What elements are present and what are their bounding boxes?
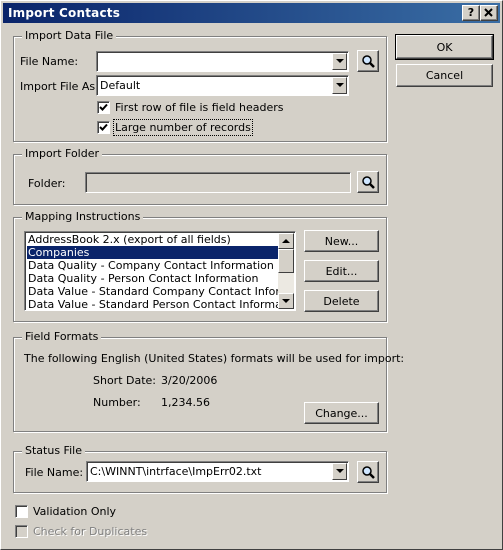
scroll-up-icon[interactable] <box>278 233 294 249</box>
delete-mapping-button[interactable]: Delete <box>304 290 379 312</box>
folder-input[interactable] <box>85 172 351 193</box>
validation-only-checkbox[interactable] <box>15 505 28 518</box>
new-mapping-label: New... <box>324 234 359 248</box>
chevron-down-icon[interactable] <box>332 77 347 94</box>
browse-folder-button[interactable] <box>357 171 379 193</box>
import-data-file-legend: Import Data File <box>22 29 117 42</box>
chevron-down-icon[interactable] <box>332 53 347 70</box>
magnifier-icon <box>362 466 375 479</box>
status-file-name-label: File Name: <box>25 466 84 479</box>
check-duplicates-checkbox[interactable] <box>15 525 28 538</box>
first-row-headers-label: First row of file is field headers <box>115 101 284 114</box>
status-file-value: C:\WINNT\intrface\ImpErr02.txt <box>90 465 262 478</box>
first-row-headers-checkbox[interactable] <box>97 101 110 114</box>
magnifier-icon <box>362 55 375 68</box>
field-formats-description: The following English (United States) fo… <box>24 352 405 365</box>
number-value: 1,234.56 <box>161 396 210 409</box>
list-item[interactable]: Data Value - Standard Company Contact In… <box>27 285 280 298</box>
title-bar: Import Contacts ? <box>3 3 500 23</box>
cancel-button[interactable]: Cancel <box>396 64 493 87</box>
import-file-as-value: Default <box>100 79 141 92</box>
file-name-combo[interactable] <box>96 51 349 72</box>
folder-label: Folder: <box>28 177 66 190</box>
edit-mapping-button[interactable]: Edit... <box>304 260 379 282</box>
help-button[interactable]: ? <box>462 5 480 21</box>
validation-only-label: Validation Only <box>33 505 117 518</box>
chevron-down-icon[interactable] <box>332 463 347 480</box>
mapping-list[interactable]: AddressBook 2.x (export of all fields) C… <box>24 231 296 311</box>
large-records-checkbox[interactable] <box>97 121 110 134</box>
large-records-label: Large number of records <box>113 119 253 136</box>
edit-mapping-label: Edit... <box>325 264 358 278</box>
close-icon <box>484 8 493 17</box>
status-file-combo[interactable]: C:\WINNT\intrface\ImpErr02.txt <box>86 461 349 482</box>
scroll-down-icon[interactable] <box>278 293 294 309</box>
number-label: Number: <box>93 396 141 409</box>
checkmark-icon <box>99 103 108 111</box>
browse-file-button[interactable] <box>357 50 379 72</box>
import-file-as-label: Import File As: <box>20 80 99 93</box>
list-item-selected[interactable]: Companies <box>27 246 280 259</box>
status-file-legend: Status File <box>22 444 85 457</box>
magnifier-icon <box>362 176 375 189</box>
list-item[interactable]: Data Quality - Person Contact Informatio… <box>27 272 280 285</box>
import-file-as-combo[interactable]: Default <box>96 75 349 96</box>
help-icon: ? <box>467 6 475 19</box>
change-formats-button[interactable]: Change... <box>304 402 379 424</box>
file-name-label: File Name: <box>20 55 79 68</box>
list-item[interactable]: Data Quality - Company Contact Informati… <box>27 259 280 272</box>
checkmark-icon <box>99 123 108 131</box>
close-button[interactable] <box>480 5 498 21</box>
list-scrollbar[interactable] <box>278 233 294 309</box>
new-mapping-button[interactable]: New... <box>304 230 379 252</box>
change-formats-label: Change... <box>315 406 368 420</box>
mapping-instructions-legend: Mapping Instructions <box>22 210 144 223</box>
scroll-thumb[interactable] <box>278 249 294 273</box>
list-item[interactable]: Data Value - Standard Person Contact Inf… <box>27 298 280 310</box>
dialog-title: Import Contacts <box>8 6 121 20</box>
browse-status-file-button[interactable] <box>357 461 379 483</box>
short-date-label: Short Date: <box>93 374 157 387</box>
check-duplicates-label: Check for Duplicates <box>33 525 148 538</box>
short-date-value: 3/20/2006 <box>161 374 218 387</box>
list-item[interactable]: AddressBook 2.x (export of all fields) <box>27 233 280 246</box>
delete-mapping-label: Delete <box>323 294 360 308</box>
ok-button[interactable]: OK <box>395 34 494 60</box>
import-folder-legend: Import Folder <box>22 147 102 160</box>
field-formats-legend: Field Formats <box>22 330 102 343</box>
import-contacts-dialog: Import Contacts ? OK Cancel Import Data … <box>0 0 503 550</box>
